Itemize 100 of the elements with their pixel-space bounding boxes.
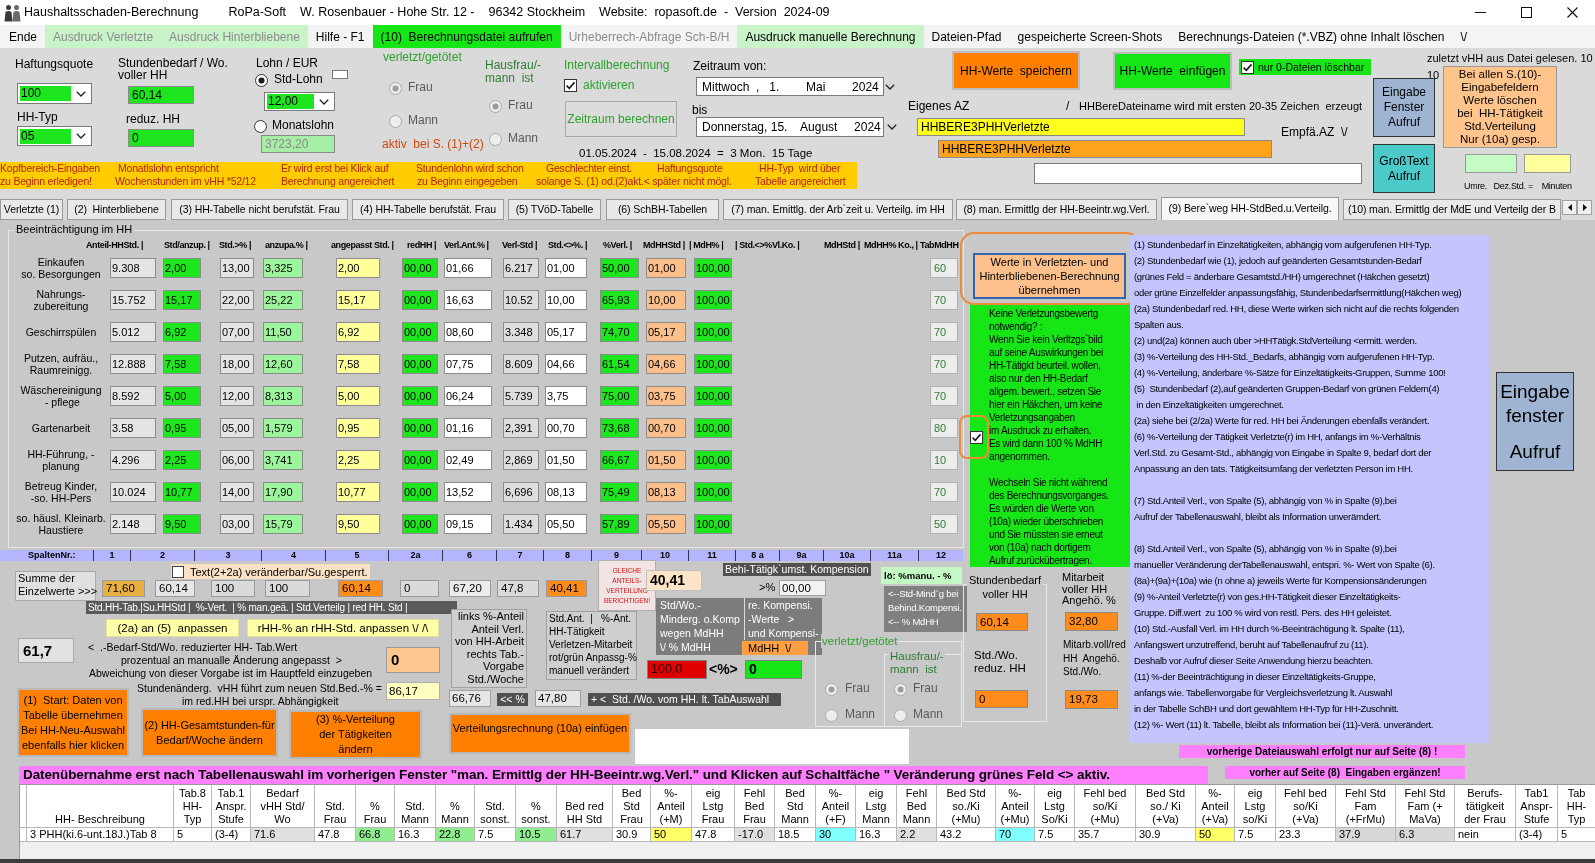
value-field[interactable]: 01,16 <box>444 418 492 438</box>
scroll-right-button[interactable] <box>1577 200 1592 215</box>
action-button[interactable]: (2) HH-Gesamtstunden-für Bedarf/Woche ändern <box>141 708 278 757</box>
value-field[interactable]: 100,00 <box>694 354 732 374</box>
text-field[interactable] <box>1034 163 1362 184</box>
menu-item[interactable]: Berechnungs-Dateien (*.VBZ) ohne Inhalt löschen <box>1170 25 1453 48</box>
value-field[interactable]: 05,50 <box>545 514 587 534</box>
value-field[interactable]: 06,24 <box>444 386 492 406</box>
value-field[interactable]: 0 <box>386 647 440 673</box>
action-button[interactable]: (3) %-Verteilung der Tätigkeiten ändern <box>289 710 422 759</box>
tab[interactable]: (3) HH-Tabelle nicht berufstät. Frau <box>171 199 348 220</box>
value-field[interactable]: 22,00 <box>220 290 254 310</box>
value-field[interactable]: 100,00 <box>694 418 732 438</box>
value-field[interactable]: 00,00 <box>402 322 438 342</box>
value-field[interactable]: 100,00 <box>694 322 732 342</box>
large-text-button[interactable]: GroßText Aufruf <box>1373 144 1435 193</box>
value-field[interactable]: 2,391 <box>503 418 539 438</box>
value-field[interactable]: 75,49 <box>600 482 639 502</box>
value-field[interactable]: 2,25 <box>336 450 380 470</box>
value-field[interactable]: 3,75 <box>545 386 587 406</box>
radio-button[interactable] <box>254 120 267 133</box>
value-field[interactable]: 03,75 <box>646 386 686 406</box>
dropdown[interactable]: 12,00 <box>264 92 335 111</box>
tab[interactable]: (9) Bere`weg HH-StdBed.u.Verteilg. <box>1161 197 1339 220</box>
value-field[interactable]: 9.308 <box>110 258 156 278</box>
dropdown[interactable]: 05 <box>17 126 92 146</box>
value-field[interactable]: 5.012 <box>110 322 156 342</box>
menu-item[interactable]: Dateien-Pfad <box>923 25 1010 48</box>
value-field[interactable]: 15,17 <box>163 290 201 310</box>
value-field[interactable]: 00,00 <box>402 418 438 438</box>
value-field[interactable]: 5,00 <box>163 386 201 406</box>
value-field[interactable]: 3,741 <box>263 450 303 470</box>
input-window-button[interactable]: Eingabe Fenster Aufruf <box>1373 78 1435 137</box>
value-field[interactable]: 11,50 <box>263 322 303 342</box>
value-field[interactable]: 15,79 <box>263 514 303 534</box>
value-field[interactable]: 1.434 <box>503 514 539 534</box>
value-field[interactable]: 16,63 <box>444 290 492 310</box>
tab[interactable]: (8) man. Ermittlg der HH-Beeintr.wg.Verl. <box>956 199 1157 220</box>
tab[interactable]: (4) HH-Tabelle berufstät. Frau <box>352 199 504 220</box>
value-field[interactable]: 13,00 <box>220 258 254 278</box>
text-field[interactable]: HHBERE3PHHVerletzte <box>917 118 1245 136</box>
value-field[interactable]: 7,58 <box>163 354 201 374</box>
value-field[interactable]: 05,17 <box>545 322 587 342</box>
value-field[interactable]: 01,00 <box>545 258 587 278</box>
tab[interactable]: (7) man. Emittlg. der Arb`zeit u. Verteilg. im HH <box>723 199 953 220</box>
value-field[interactable]: 100,00 <box>694 514 732 534</box>
value-field[interactable]: 10,77 <box>163 482 201 502</box>
value-field[interactable]: 8.592 <box>110 386 156 406</box>
value-field[interactable]: 100,00 <box>694 290 732 310</box>
value-field[interactable]: 00,70 <box>545 418 587 438</box>
value-field[interactable]: 66,67 <box>600 450 639 470</box>
value-field[interactable]: 03,00 <box>220 514 254 534</box>
value-field[interactable]: 04,66 <box>646 354 686 374</box>
value-field[interactable]: 00,00 <box>402 354 438 374</box>
menu-item[interactable]: Ausdruck manuelle Berechnung <box>737 25 924 48</box>
value-field[interactable]: 6.217 <box>503 258 539 278</box>
input-field[interactable] <box>1465 154 1517 173</box>
value-field[interactable]: 09,15 <box>444 514 492 534</box>
value-field[interactable]: 10.024 <box>110 482 156 502</box>
value-field[interactable]: 0 <box>128 129 194 147</box>
value-field[interactable]: 61,54 <box>600 354 639 374</box>
value-field[interactable]: 00,00 <box>402 514 438 534</box>
value-field[interactable]: 00,00 <box>402 386 438 406</box>
value-field[interactable]: 75,00 <box>600 386 639 406</box>
tab[interactable]: (10) man. Ermittlg der MdE und Verteilg der B <box>1343 199 1561 220</box>
value-field[interactable]: 1,579 <box>263 418 303 438</box>
radio-button[interactable] <box>255 74 268 87</box>
value-field[interactable]: 01,66 <box>444 258 492 278</box>
value-field[interactable]: 57,89 <box>600 514 639 534</box>
value-field[interactable]: 02,49 <box>444 450 492 470</box>
input-field[interactable] <box>1524 154 1571 173</box>
value-field[interactable]: 65,93 <box>600 290 639 310</box>
value-field[interactable]: 5,00 <box>336 386 380 406</box>
value-field[interactable]: 3.58 <box>110 418 156 438</box>
tab[interactable]: (5) TVöD-Tabelle <box>508 199 601 220</box>
value-field[interactable]: 01,00 <box>646 258 686 278</box>
value-field[interactable]: 8,313 <box>263 386 303 406</box>
value-field[interactable]: 10,00 <box>646 290 686 310</box>
value-field[interactable]: 15.752 <box>110 290 156 310</box>
value-field[interactable]: 100,00 <box>694 386 732 406</box>
value-field[interactable]: 100,00 <box>694 258 732 278</box>
value-field[interactable]: 2,869 <box>503 450 539 470</box>
input-field[interactable] <box>332 70 348 79</box>
menu-item[interactable]: Hilfe - F1 <box>307 25 373 48</box>
value-field[interactable]: 2,00 <box>336 258 380 278</box>
value-field[interactable]: 8.609 <box>503 354 539 374</box>
value-field[interactable]: 12,60 <box>263 354 303 374</box>
menu-item[interactable]: Ende <box>1 25 46 48</box>
value-field[interactable]: 5.739 <box>503 386 539 406</box>
value-field[interactable]: 100,00 <box>694 482 732 502</box>
value-field[interactable]: 6,92 <box>336 322 380 342</box>
adjust-button[interactable]: (2a) an (5) anpassen <box>106 619 239 637</box>
checkbox[interactable] <box>172 565 184 578</box>
value-field[interactable]: 00,00 <box>402 258 438 278</box>
value-field[interactable]: 08,13 <box>545 482 587 502</box>
value-field[interactable]: 74,70 <box>600 322 639 342</box>
value-field[interactable]: 3,325 <box>263 258 303 278</box>
value-field[interactable]: 08,13 <box>646 482 686 502</box>
value-field[interactable]: 2,00 <box>163 258 201 278</box>
value-field[interactable]: 05,17 <box>646 322 686 342</box>
